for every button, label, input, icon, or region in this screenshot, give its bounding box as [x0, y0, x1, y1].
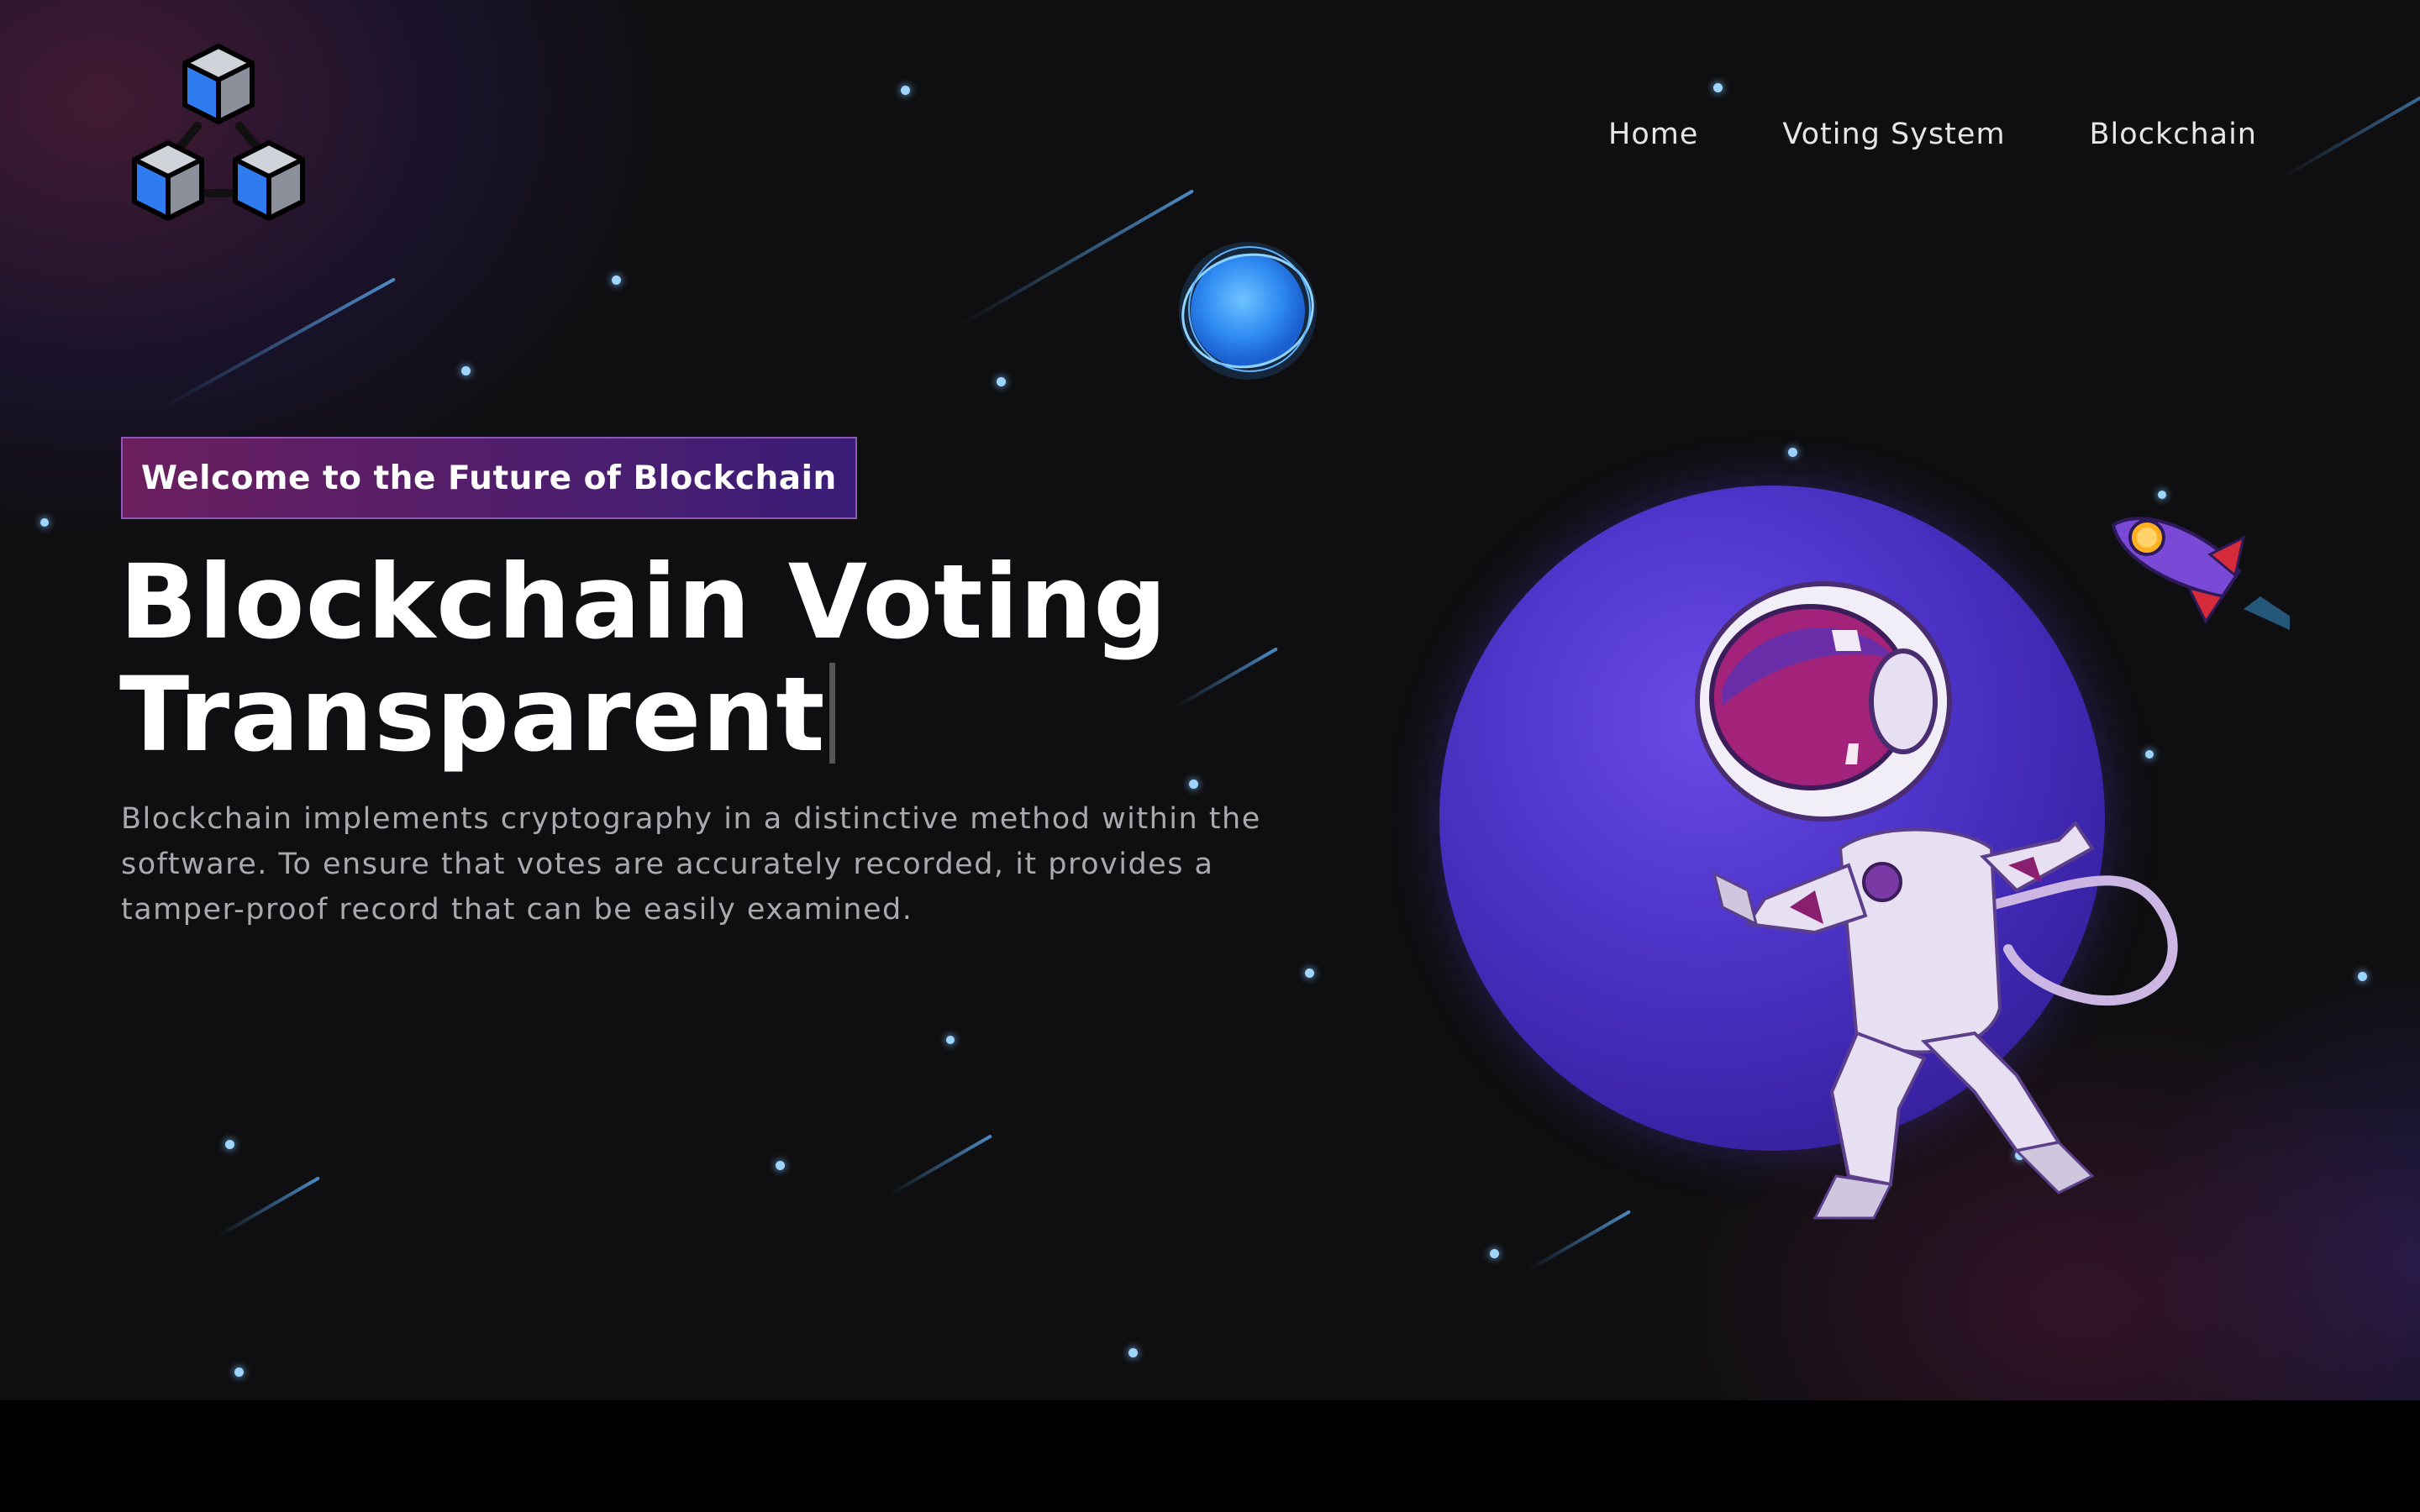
star: [997, 377, 1006, 386]
star: [612, 276, 621, 285]
main-nav: Home Voting System Blockchain: [1608, 118, 2257, 151]
hero-title-line-1: Blockchain Voting: [119, 543, 1168, 662]
rocket-icon: [2111, 517, 2290, 630]
star: [461, 366, 471, 375]
meteor: [2280, 67, 2420, 180]
star: [225, 1140, 234, 1149]
star: [946, 1036, 955, 1044]
hero-title-line-2: Transparent: [119, 659, 1168, 771]
meteor: [1527, 1210, 1631, 1272]
hero-description: Blockchain implements cryptography in a …: [121, 802, 1261, 927]
hero-title-line-2-text: Transparent: [119, 655, 826, 774]
bottom-bar: [0, 1400, 2420, 1512]
meteor: [1174, 647, 1278, 709]
star: [234, 1368, 244, 1377]
welcome-badge: Welcome to the Future of Blockchain: [121, 437, 857, 519]
nav-blockchain[interactable]: Blockchain: [2090, 118, 2257, 151]
astronaut: [1695, 581, 2178, 1220]
blue-orb: [1179, 242, 1317, 380]
hero-section: Home Voting System Blockchain Welcome to…: [0, 0, 2420, 1400]
star: [2158, 491, 2166, 499]
star: [1189, 780, 1198, 789]
star: [1128, 1348, 1138, 1357]
meteor: [959, 189, 1194, 327]
star: [1305, 969, 1314, 978]
star: [1788, 448, 1797, 457]
nav-voting-system[interactable]: Voting System: [1782, 118, 2005, 151]
meteor: [216, 1176, 320, 1238]
star: [40, 518, 49, 527]
star: [1713, 83, 1723, 92]
star: [1490, 1249, 1499, 1258]
meteor: [888, 1134, 992, 1196]
star: [2358, 972, 2367, 981]
meteor: [159, 277, 396, 411]
star: [776, 1161, 785, 1170]
typing-cursor: [829, 663, 835, 764]
hero-title: Blockchain Voting Transparent: [119, 546, 1168, 771]
star: [901, 86, 910, 95]
nav-home[interactable]: Home: [1608, 118, 1698, 151]
blockchain-cubes-icon[interactable]: [118, 38, 319, 239]
